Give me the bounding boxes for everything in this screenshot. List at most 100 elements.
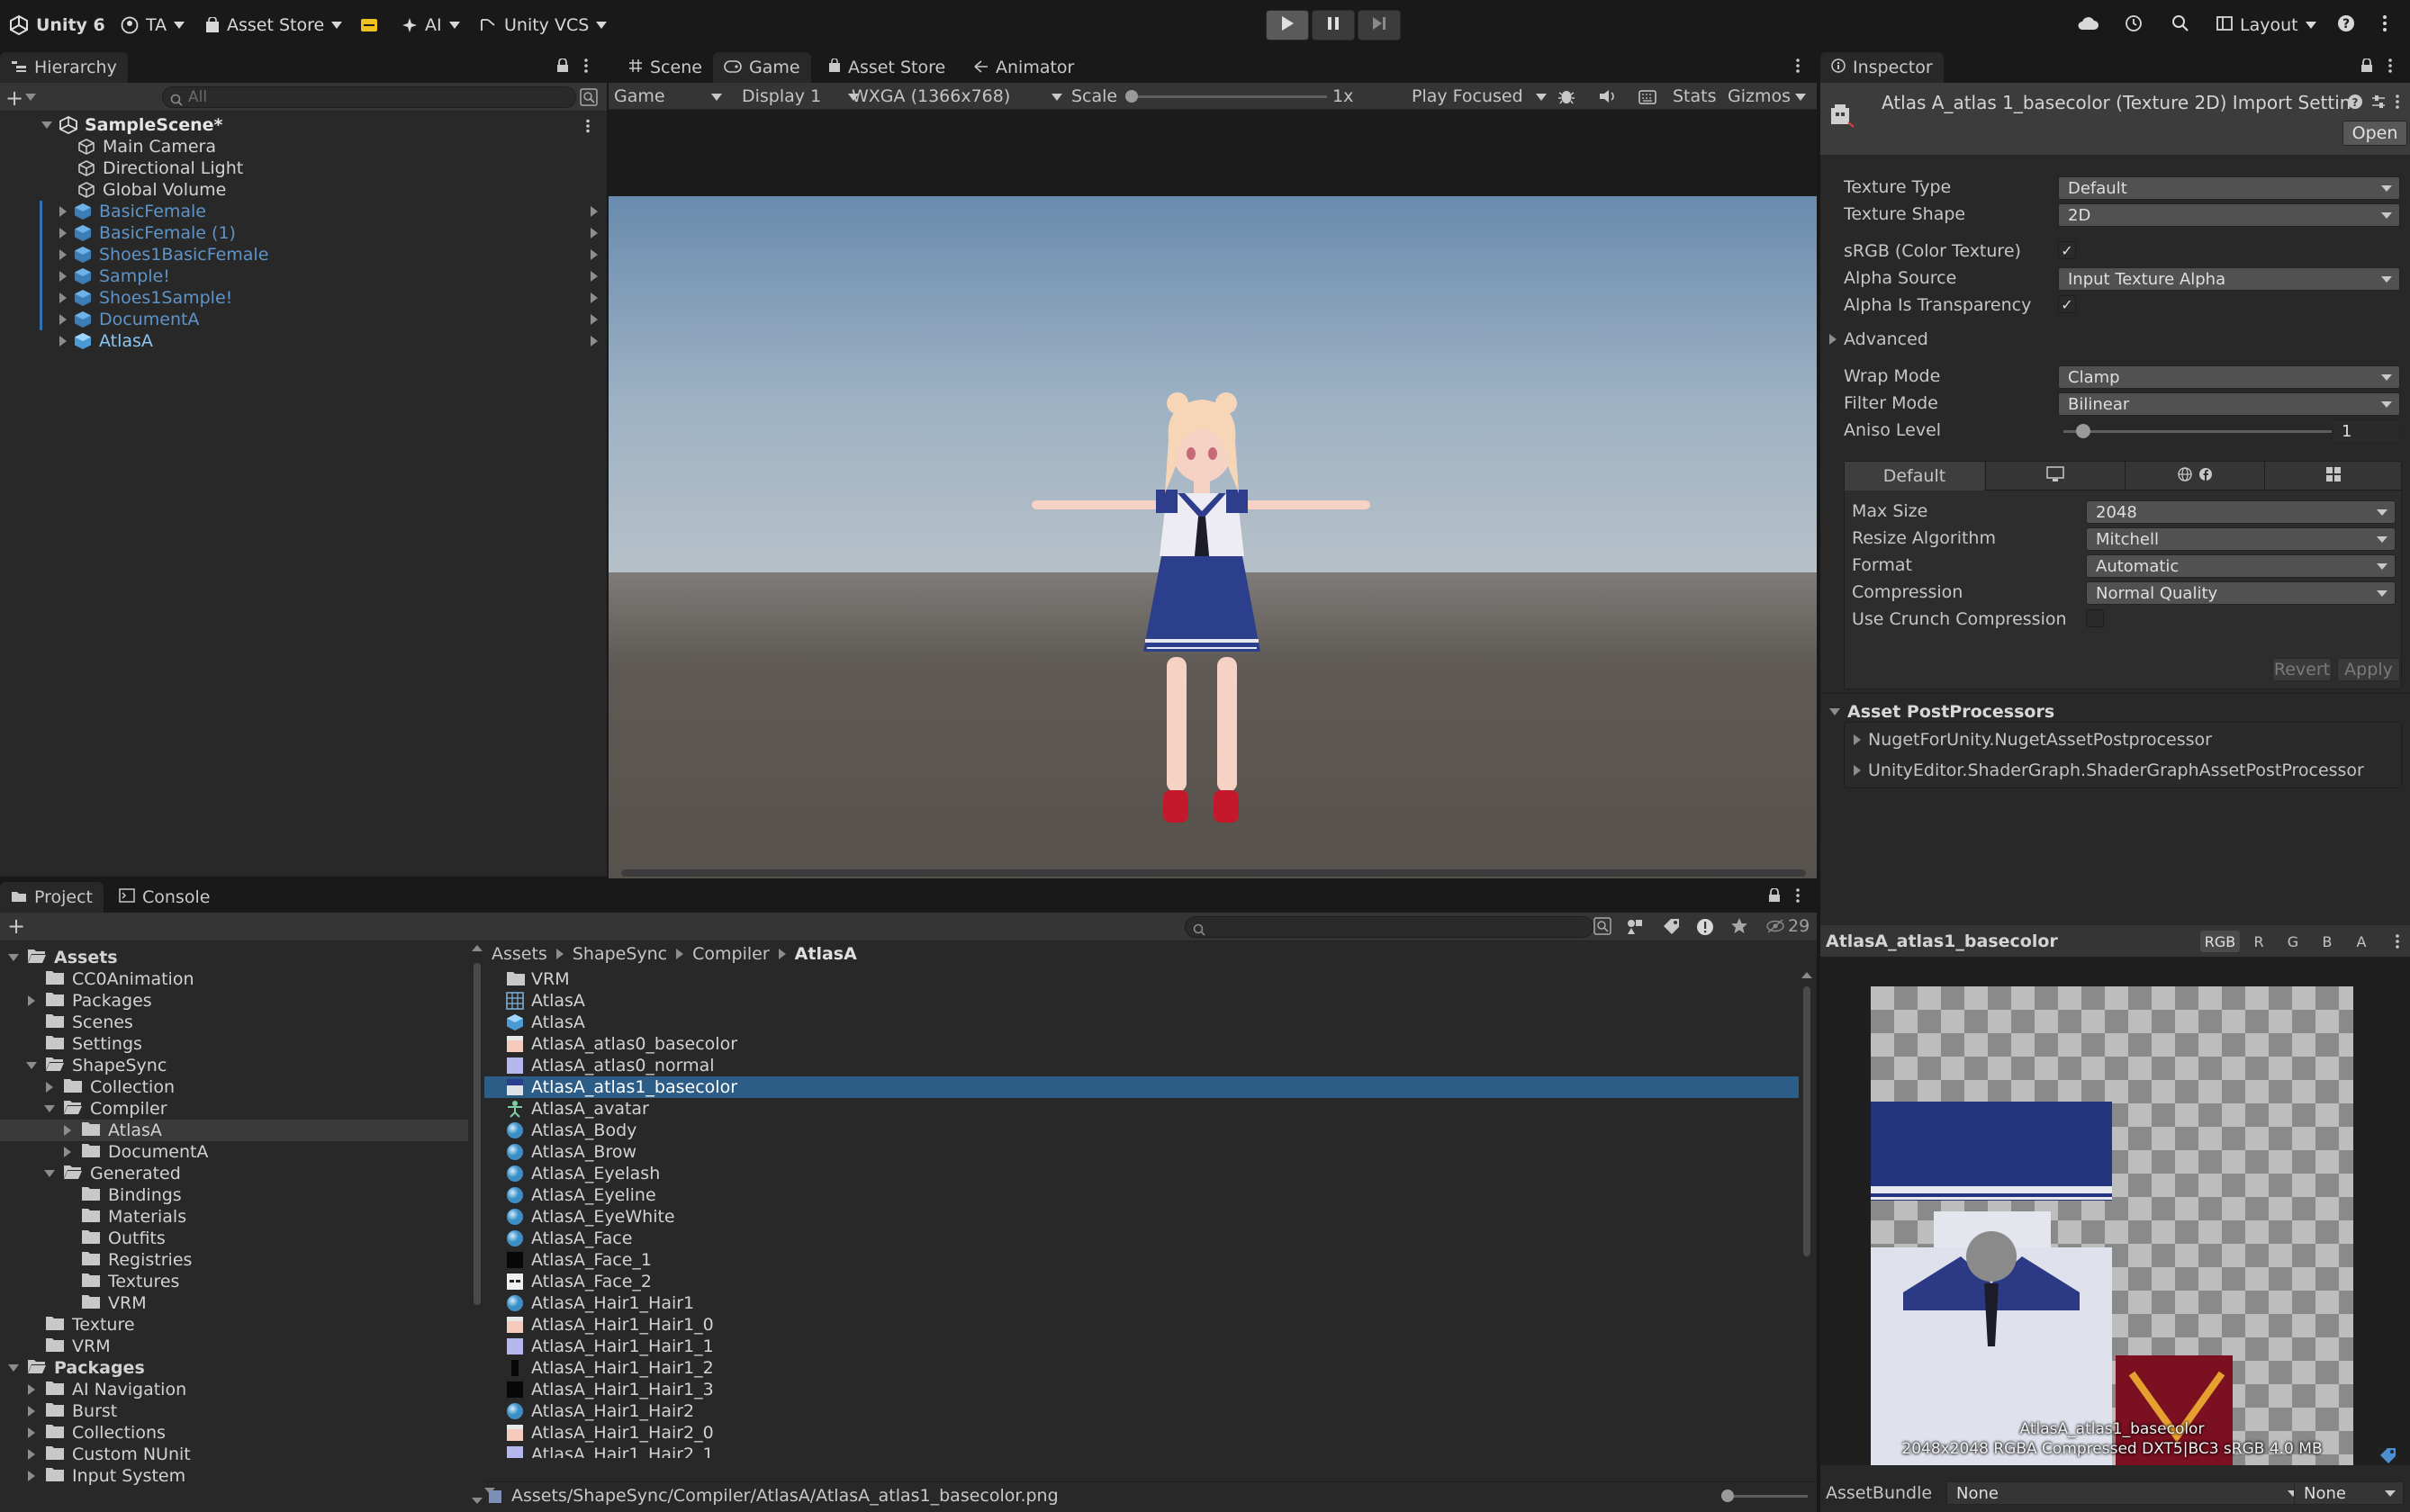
platform-tab-web[interactable] (2125, 462, 2263, 490)
filter-by-type-icon[interactable] (1626, 918, 1644, 940)
file-list-item[interactable]: AtlasA (484, 1012, 1799, 1033)
game-viewport[interactable] (609, 110, 1817, 887)
ai-dropdown[interactable]: AI (402, 11, 460, 40)
folder-tree-item[interactable]: VRM (0, 1336, 468, 1357)
step-button[interactable] (1358, 10, 1401, 40)
resize-algorithm-dropdown[interactable]: Mitchell (2086, 527, 2396, 551)
asset-postprocessors-foldout[interactable]: Asset PostProcessors (1829, 702, 2054, 722)
icon-size-slider-track[interactable] (1727, 1495, 1808, 1498)
hierarchy-item-global-volume[interactable]: Global Volume (77, 179, 226, 201)
scene-menu-kebab-icon[interactable] (585, 118, 591, 138)
channel-b-button[interactable]: B (2312, 931, 2342, 952)
add-icon[interactable]: + (5, 86, 23, 111)
chevron-right-icon[interactable] (61, 1147, 74, 1157)
folder-tree-item[interactable]: AtlasA (0, 1120, 468, 1141)
lock-icon[interactable] (2360, 58, 2373, 77)
create-add-icon[interactable]: + (7, 914, 25, 939)
scrollbar-thumb[interactable] (474, 963, 481, 1305)
lock-icon[interactable] (1768, 887, 1781, 907)
kebab-icon[interactable] (1795, 58, 1801, 78)
bug-icon[interactable] (1557, 87, 1575, 110)
file-list-item[interactable]: VRM (484, 968, 1799, 990)
file-list-item[interactable]: AtlasA_atlas0_basecolor (484, 1033, 1799, 1055)
kebab-icon[interactable] (2395, 933, 2400, 954)
postprocessor-item[interactable]: UnityEditor.ShaderGraph.ShaderGraphAsset… (1854, 760, 2364, 780)
tab-console[interactable]: Console (108, 882, 221, 913)
hierarchy-item-basicfemale-1[interactable]: BasicFemale (1) (59, 222, 236, 244)
file-list-item[interactable]: AtlasA_Hair1_Hair1_3 (484, 1379, 1799, 1400)
layout-dropdown[interactable]: Layout (2216, 11, 2316, 40)
apply-button[interactable]: Apply (2337, 658, 2400, 681)
display-dropdown[interactable]: Display 1 (742, 83, 859, 110)
warning-filter-icon[interactable] (1696, 918, 1714, 940)
file-list-item[interactable]: AtlasA_Face_2 (484, 1271, 1799, 1292)
search-filter-icon[interactable] (1593, 917, 1611, 940)
wrap-mode-dropdown[interactable]: Clamp (2058, 365, 2400, 389)
tab-hierarchy[interactable]: Hierarchy (0, 52, 128, 83)
assetbundle-variant-dropdown[interactable]: None (2294, 1481, 2404, 1505)
advanced-foldout[interactable]: Advanced (1829, 329, 1928, 349)
file-list-item[interactable]: AtlasA_Eyeline (484, 1184, 1799, 1206)
preset-sliders-icon[interactable] (2370, 94, 2387, 114)
file-list-item[interactable]: AtlasA_Hair1_Hair1_2 (484, 1357, 1799, 1379)
breadcrumb-item[interactable]: ShapeSync (573, 944, 667, 964)
folder-tree-item[interactable]: Assets (0, 947, 468, 968)
folder-tree-item[interactable]: DocumentA (0, 1141, 468, 1163)
kebab-icon[interactable] (2395, 94, 2400, 114)
file-list-item[interactable]: AtlasA_Hair1_Hair2 (484, 1400, 1799, 1422)
notifications-button[interactable] (360, 11, 378, 40)
file-list-item[interactable]: AtlasA_Body (484, 1120, 1799, 1141)
filter-by-label-icon[interactable] (1662, 918, 1680, 940)
stats-button[interactable]: Stats (1673, 86, 1717, 106)
folder-tree-item[interactable]: VRM (0, 1292, 468, 1314)
open-prefab-chevron-icon[interactable] (591, 314, 598, 325)
folder-tree-item[interactable]: Generated (0, 1163, 468, 1184)
format-dropdown[interactable]: Automatic (2086, 554, 2396, 578)
account-dropdown[interactable]: TA (121, 11, 185, 40)
aniso-level-input[interactable]: 1 (2332, 419, 2400, 443)
kebab-icon[interactable] (583, 58, 589, 78)
scale-slider-handle[interactable] (1125, 90, 1138, 103)
revert-button[interactable]: Revert (2272, 658, 2332, 681)
game-mode-dropdown[interactable]: Game (609, 83, 726, 110)
hierarchy-item-documenta[interactable]: DocumentA (59, 309, 199, 330)
gizmos-chevron-down-icon[interactable] (1795, 94, 1806, 101)
open-prefab-chevron-icon[interactable] (591, 336, 598, 346)
game-horizontal-scrollbar[interactable] (621, 869, 1806, 877)
file-list-item[interactable]: AtlasA_Face_1 (484, 1249, 1799, 1271)
history-button[interactable] (2125, 11, 2143, 40)
chevron-down-icon[interactable] (43, 1105, 56, 1112)
file-list-item[interactable]: AtlasA_Face (484, 1228, 1799, 1249)
open-prefab-chevron-icon[interactable] (591, 249, 598, 260)
tab-animator[interactable]: Animator (963, 52, 1085, 83)
project-search-input[interactable] (1185, 916, 1593, 938)
play-button[interactable] (1266, 10, 1309, 40)
scene-root[interactable]: SampleScene* (41, 114, 222, 136)
hierarchy-item-main-camera[interactable]: Main Camera (77, 136, 216, 158)
icon-size-slider-handle[interactable] (1721, 1490, 1734, 1502)
help-button[interactable]: ? (2337, 11, 2355, 40)
search-filter-icon[interactable] (580, 88, 598, 111)
tag-icon[interactable] (2378, 1447, 2398, 1470)
chevron-right-icon[interactable] (25, 995, 38, 1006)
hierarchy-item-shoes1sample[interactable]: Shoes1Sample! (59, 287, 232, 309)
gizmos-button[interactable]: Gizmos (1728, 86, 1791, 106)
platform-tab-default[interactable]: Default (1845, 462, 1984, 490)
chevron-right-icon[interactable] (25, 1427, 38, 1438)
keyboard-icon[interactable] (1638, 89, 1656, 109)
folder-tree-item[interactable]: Burst (0, 1400, 468, 1422)
asset-store-dropdown[interactable]: Asset Store (205, 11, 343, 40)
hierarchy-item-shoes1basicfemale[interactable]: Shoes1BasicFemale (59, 244, 268, 266)
folder-tree-item[interactable]: Collections (0, 1422, 468, 1444)
open-prefab-chevron-icon[interactable] (591, 292, 598, 303)
version-control-dropdown[interactable]: Unity VCS (479, 11, 608, 40)
chevron-down-icon[interactable] (43, 1170, 56, 1177)
chevron-down-icon[interactable] (25, 94, 36, 101)
kebab-icon[interactable] (2387, 58, 2393, 78)
open-prefab-chevron-icon[interactable] (591, 271, 598, 282)
max-size-dropdown[interactable]: 2048 (2086, 500, 2396, 524)
aniso-slider-handle[interactable] (2076, 424, 2090, 438)
compression-dropdown[interactable]: Normal Quality (2086, 581, 2396, 605)
hierarchy-item-basicfemale[interactable]: BasicFemale (59, 201, 206, 222)
folder-tree-item[interactable]: Settings (0, 1033, 468, 1055)
